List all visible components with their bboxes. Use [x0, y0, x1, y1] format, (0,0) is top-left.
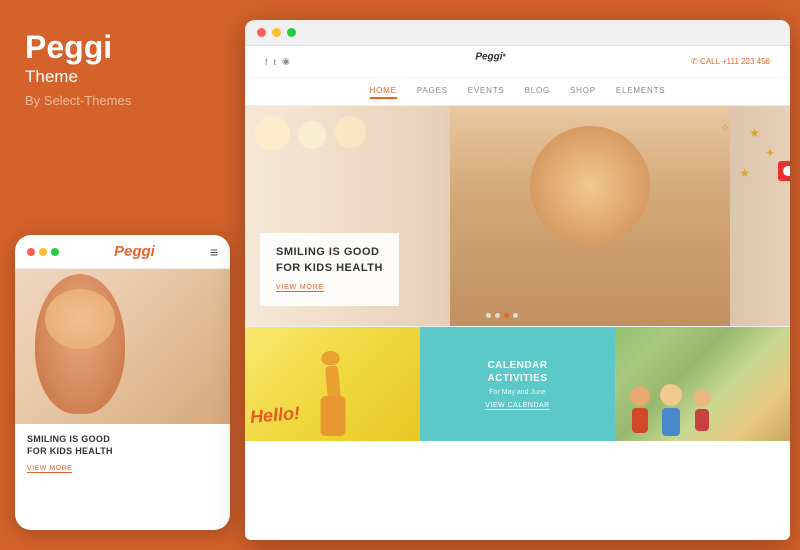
card-kids-photo[interactable]	[615, 327, 790, 441]
hero-section: ★ ✦ ✧ ★ SMILING IS GOODFOR KIDS HEALTH V…	[245, 106, 790, 326]
pom-3	[334, 116, 366, 148]
site-navigation: HOME PAGES EVENTS BLOG SHOP ELEMENTS	[245, 78, 790, 106]
mobile-dot-red	[27, 248, 35, 256]
slide-dot-3[interactable]	[504, 313, 509, 318]
browser-dot-yellow[interactable]	[272, 28, 281, 37]
left-panel: Peggi Theme By Select-Themes Peggi ≡ SMI…	[0, 0, 245, 550]
kid-figure-1	[630, 386, 650, 433]
star-decoration-2: ✦	[765, 146, 775, 160]
call-label: ✆ CALL	[691, 57, 720, 66]
mobile-hero-image	[15, 269, 230, 424]
kid-figure-3	[693, 389, 711, 431]
hero-overlay: SMILING IS GOODFOR KIDS HEALTH VIEW MORE	[260, 233, 399, 306]
notification-icon	[783, 166, 790, 176]
hero-title: SMILING IS GOODFOR KIDS HEALTH	[276, 245, 383, 276]
site-header: f t ◉ Peggi* ✆ CALL +111 223 456	[245, 46, 790, 78]
slide-dot-2[interactable]	[495, 313, 500, 318]
browser-chrome	[245, 20, 790, 46]
hamburger-menu-icon[interactable]: ≡	[210, 245, 218, 259]
nav-home[interactable]: HOME	[370, 84, 397, 99]
kids-photo-image	[615, 327, 790, 441]
calendar-subtitle: For May and June	[489, 389, 545, 396]
mobile-hero-title: SMILING IS GOODFOR KIDS HEALTH	[27, 434, 218, 457]
nav-shop[interactable]: SHOP	[570, 84, 596, 99]
pom-1	[255, 116, 290, 151]
twitter-icon[interactable]: t	[274, 57, 277, 67]
browser-mockup: f t ◉ Peggi* ✆ CALL +111 223 456 HOME PA…	[245, 20, 790, 540]
mobile-dot-green	[51, 248, 59, 256]
star-decoration-1: ★	[749, 126, 760, 140]
slide-dot-1[interactable]	[486, 313, 491, 318]
calendar-view-link[interactable]: VIEW CALENDAR	[485, 402, 549, 410]
mobile-logo: Peggi	[114, 243, 155, 260]
calendar-activities-title: CALENDARACTIVITIES	[487, 359, 547, 385]
bottom-cards: Hello! CALENDARACTIVITIES For May and Ju…	[245, 326, 790, 441]
nav-elements[interactable]: ELEMENTS	[616, 84, 666, 99]
mobile-caption: SMILING IS GOODFOR KIDS HEALTH VIEW MORE	[15, 424, 230, 485]
giraffe-body	[320, 396, 345, 436]
mobile-window-controls	[27, 248, 59, 256]
nav-events[interactable]: EVENTS	[468, 84, 505, 99]
slide-dot-4[interactable]	[513, 313, 518, 318]
star-decoration-4: ★	[739, 166, 750, 180]
call-info: ✆ CALL +111 223 456	[691, 57, 770, 66]
brand-title: Peggi Theme	[25, 30, 220, 87]
website-content: f t ◉ Peggi* ✆ CALL +111 223 456 HOME PA…	[245, 46, 790, 540]
instagram-icon[interactable]: ◉	[282, 56, 290, 67]
mobile-dot-yellow	[39, 248, 47, 256]
giraffe-illustration	[305, 351, 360, 436]
social-icons: f t ◉	[265, 56, 290, 67]
browser-dot-green[interactable]	[287, 28, 296, 37]
card-calendar[interactable]: CALENDARACTIVITIES For May and June VIEW…	[420, 327, 615, 441]
mobile-baby-image	[35, 274, 125, 414]
slideshow-indicators	[486, 313, 518, 318]
mobile-top-bar: Peggi ≡	[15, 235, 230, 269]
hero-decorations: ★ ✦ ✧ ★	[700, 116, 780, 196]
byline: By Select-Themes	[25, 93, 220, 108]
notification-badge[interactable]	[778, 161, 790, 181]
hero-baby-image	[450, 106, 730, 326]
card-giraffe[interactable]: Hello!	[245, 327, 420, 441]
pom-2	[298, 121, 326, 149]
site-logo[interactable]: Peggi*	[475, 50, 505, 73]
hero-view-more-link[interactable]: VIEW MORE	[276, 284, 324, 292]
call-number: +111 223 456	[722, 57, 770, 66]
facebook-icon[interactable]: f	[265, 57, 268, 67]
giraffe-head	[321, 351, 339, 365]
nav-blog[interactable]: BLOG	[525, 84, 550, 99]
hello-text: Hello!	[249, 403, 301, 428]
browser-dot-red[interactable]	[257, 28, 266, 37]
pom-decorations	[255, 116, 366, 151]
nav-pages[interactable]: PAGES	[417, 84, 448, 99]
star-decoration-3: ✧	[720, 121, 730, 135]
mobile-view-more-link[interactable]: VIEW MORE	[27, 465, 72, 473]
kid-figure-2	[660, 384, 682, 436]
mobile-mockup: Peggi ≡ SMILING IS GOODFOR KIDS HEALTH V…	[15, 235, 230, 530]
